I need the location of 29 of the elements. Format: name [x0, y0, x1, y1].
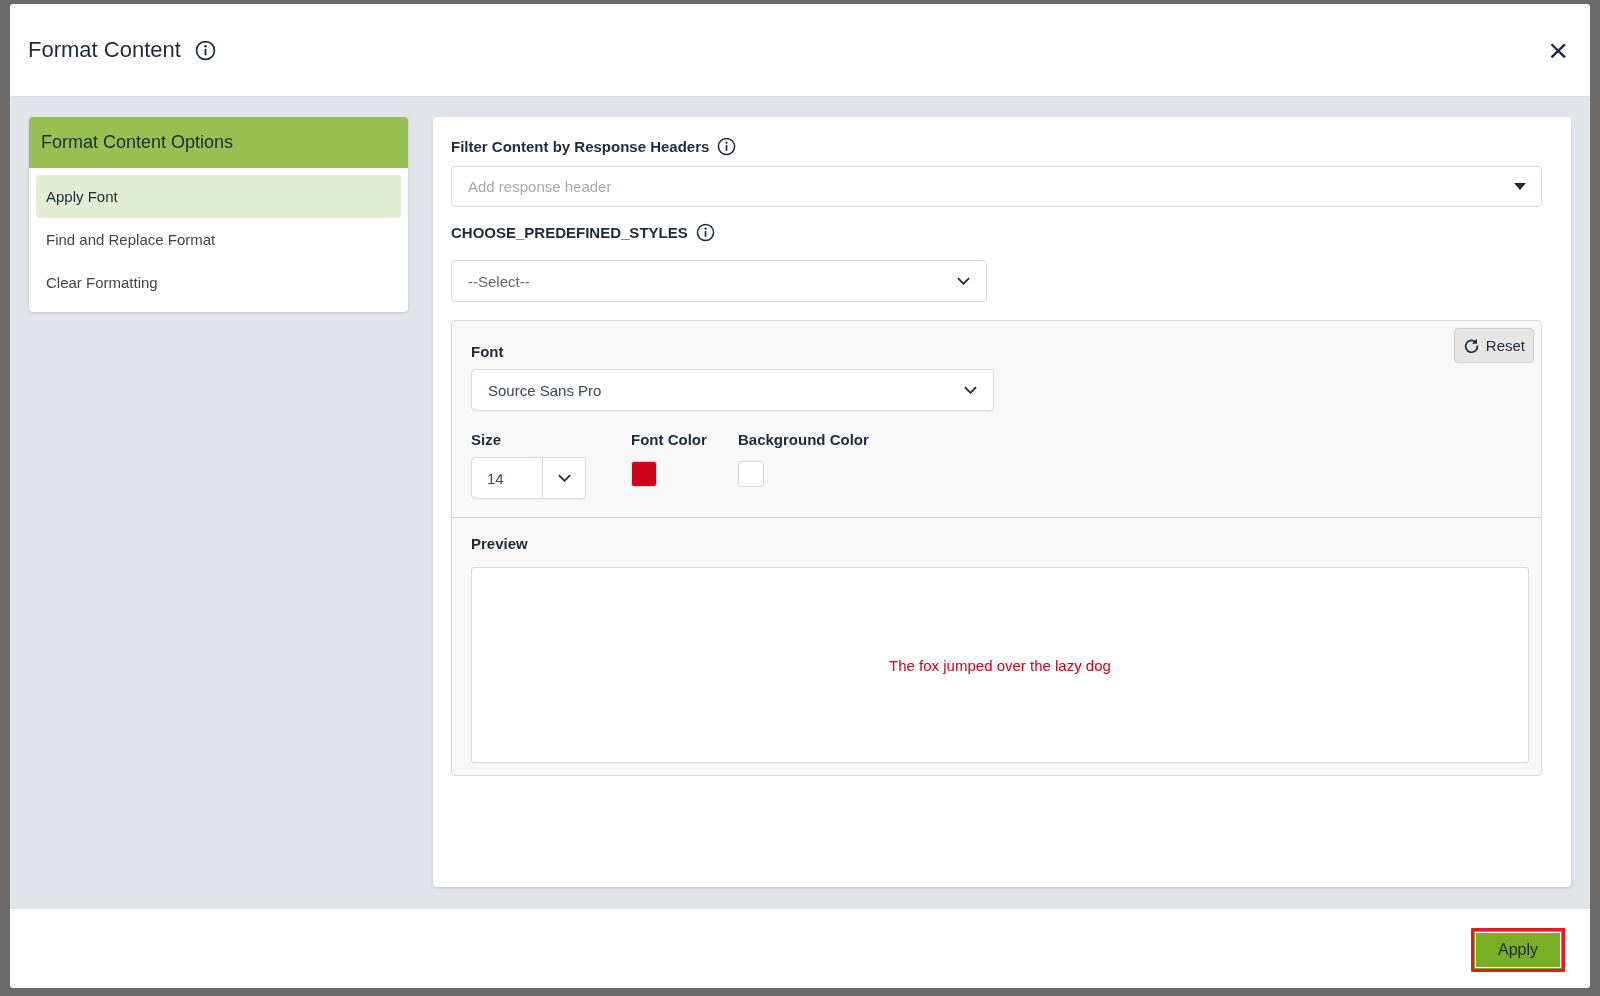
options-item[interactable]: Clear Formatting: [36, 261, 401, 304]
field-label: Font Color: [631, 431, 707, 448]
dropdown-triangle-icon: [1514, 183, 1526, 190]
close-button[interactable]: ×: [1544, 33, 1572, 67]
options-header: Format Content Options: [29, 117, 408, 168]
field-label: Background Color: [738, 431, 869, 448]
refresh-icon: [1462, 337, 1480, 354]
styles-select[interactable]: --Select--: [451, 260, 987, 302]
color-swatch[interactable]: [738, 461, 764, 487]
apply-button[interactable]: Apply: [1470, 928, 1565, 972]
info-icon: [695, 223, 715, 242]
color-swatch[interactable]: [631, 461, 657, 487]
options-item[interactable]: Find and Replace Format: [36, 218, 401, 261]
field-label: Filter Content by Response Headers: [451, 138, 710, 155]
field-label: CHOOSE_PREDEFINED_STYLES: [451, 224, 688, 241]
options-item[interactable]: Apply Font: [36, 175, 401, 218]
font-select[interactable]: Source Sans Pro: [471, 369, 994, 411]
chevron-down-icon: [957, 277, 970, 285]
reset-button[interactable]: Reset: [1453, 328, 1534, 363]
info-icon: [717, 137, 737, 156]
field-label: Preview: [471, 535, 528, 552]
dialog-title: Format Content: [28, 37, 181, 63]
field-label: Font: [471, 343, 504, 360]
chevron-down-icon: [964, 386, 977, 394]
info-icon: [194, 39, 216, 61]
field-label: Size: [471, 431, 501, 448]
size-select[interactable]: 14: [471, 457, 586, 499]
chevron-down-icon: [557, 474, 571, 482]
response-header-field[interactable]: Add response header: [451, 166, 1542, 207]
